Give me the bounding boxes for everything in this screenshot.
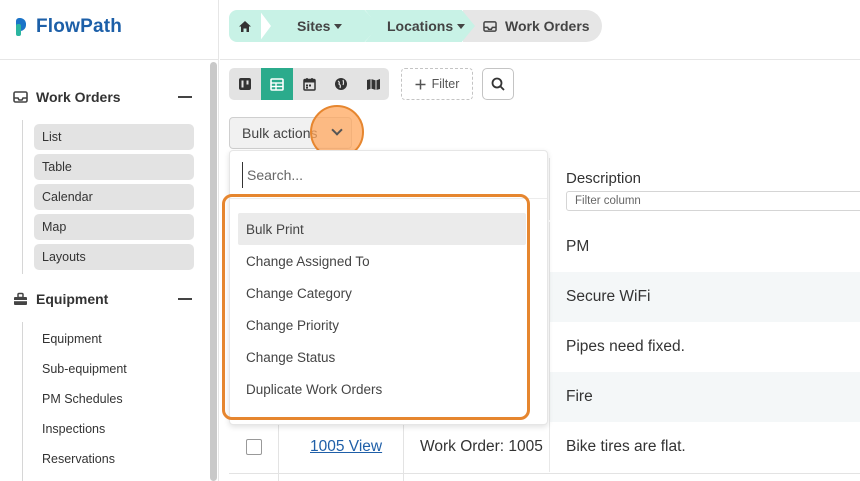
tree-line — [22, 322, 23, 481]
calendar-view-button[interactable] — [293, 68, 325, 100]
home-icon — [239, 20, 251, 32]
breadcrumb-locations[interactable]: Locations — [365, 10, 475, 42]
work-order-view-link[interactable]: 1005 View — [310, 438, 382, 456]
tree-line — [22, 120, 23, 274]
dropdown-search-input[interactable]: Search... — [242, 162, 537, 188]
breadcrumb-locations-label: Locations — [387, 18, 454, 34]
inbox-icon — [483, 20, 497, 32]
work-order-cell: Work Order: 1005 — [420, 438, 543, 455]
search-button[interactable] — [482, 68, 514, 100]
app-logo[interactable]: FlowPath — [16, 16, 122, 38]
kanban-icon — [239, 78, 251, 90]
calendar-icon — [302, 78, 316, 91]
description-cell: Bike tires are flat. — [549, 422, 860, 472]
description-cell: Pipes need fixed. — [549, 322, 860, 372]
sidebar: FlowPath Work Orders List Table Calendar… — [0, 0, 219, 481]
add-filter-button[interactable]: Filter — [401, 68, 473, 100]
breadcrumb-sites[interactable]: Sites — [259, 10, 379, 42]
breadcrumb-current-label: Work Orders — [505, 18, 590, 34]
header-divider — [220, 59, 860, 60]
sidebar-item-layouts[interactable]: Layouts — [34, 244, 194, 270]
caret-down-icon — [334, 23, 343, 29]
table-icon — [270, 77, 284, 91]
breadcrumb-current: Work Orders — [463, 10, 602, 42]
description-header-label: Description — [566, 170, 642, 187]
description-column-header: Description Filter column — [549, 158, 860, 220]
globe-view-button[interactable] — [325, 68, 357, 100]
sidebar-item-equipment[interactable]: Equipment — [34, 326, 194, 352]
map-icon — [366, 78, 380, 90]
map-view-button[interactable] — [357, 68, 389, 100]
view-switcher — [229, 68, 389, 100]
bulk-actions-label: Bulk actions — [242, 125, 318, 141]
search-icon — [491, 77, 505, 91]
sidebar-item-table[interactable]: Table — [34, 154, 194, 180]
table-row[interactable]: 1005 View Work Order: 1005 — [229, 422, 549, 481]
sidebar-item-inspections[interactable]: Inspections — [34, 416, 194, 442]
filter-label: Filter — [431, 77, 460, 91]
sidebar-scrollbar[interactable] — [210, 62, 217, 481]
collapse-icon[interactable] — [178, 96, 192, 98]
sidebar-item-map[interactable]: Map — [34, 214, 194, 240]
options-highlight-box — [222, 194, 530, 420]
app-name: FlowPath — [36, 16, 123, 37]
flowpath-logo-icon — [16, 18, 32, 36]
sidebar-item-pm-schedules[interactable]: PM Schedules — [34, 386, 194, 412]
sidebar-item-sub-equipment[interactable]: Sub-equipment — [34, 356, 194, 382]
description-cell: PM — [549, 222, 860, 272]
description-filter-input[interactable]: Filter column — [566, 191, 860, 211]
collapse-icon[interactable] — [178, 298, 192, 300]
section-label: Equipment — [36, 291, 109, 307]
description-cell: Fire — [549, 372, 860, 422]
kanban-view-button[interactable] — [229, 68, 261, 100]
sidebar-item-reservations[interactable]: Reservations — [34, 446, 194, 472]
description-cell: Secure WiFi — [549, 272, 860, 322]
chevron-down-icon — [331, 124, 343, 136]
breadcrumb-sites-label: Sites — [297, 18, 331, 34]
row-divider — [229, 473, 860, 474]
section-equipment[interactable]: Equipment — [12, 288, 192, 310]
row-checkbox[interactable] — [246, 439, 262, 455]
sidebar-divider — [0, 59, 219, 60]
caret-down-icon — [457, 23, 466, 29]
globe-icon — [335, 78, 347, 90]
plus-icon — [415, 79, 426, 89]
inbox-icon — [12, 89, 28, 105]
section-work-orders[interactable]: Work Orders — [12, 86, 192, 108]
breadcrumb: Sites Locations Work Orders — [229, 10, 602, 42]
table-view-button[interactable] — [261, 68, 293, 100]
sidebar-item-list[interactable]: List — [34, 124, 194, 150]
toolbox-icon — [12, 291, 28, 307]
breadcrumb-home[interactable] — [229, 10, 261, 42]
sidebar-item-calendar[interactable]: Calendar — [34, 184, 194, 210]
section-label: Work Orders — [36, 89, 121, 105]
